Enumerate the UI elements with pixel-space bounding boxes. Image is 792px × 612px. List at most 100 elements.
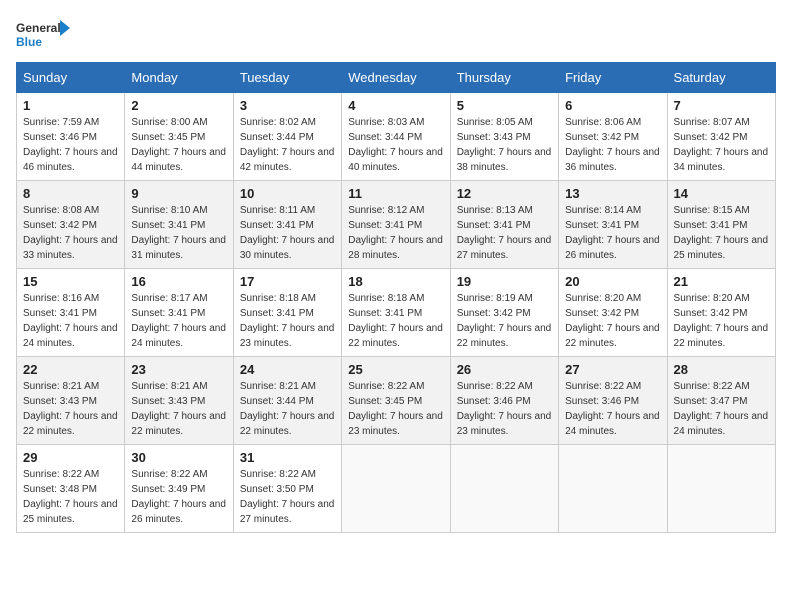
day-cell: 23Sunrise: 8:21 AMSunset: 3:43 PMDayligh… (125, 357, 233, 445)
day-info: Sunrise: 8:20 AMSunset: 3:42 PMDaylight:… (674, 291, 769, 351)
day-cell: 9 Sunrise: 8:10 AMSunset: 3:41 PMDaylight… (125, 181, 233, 269)
week-row-1: 1Sunrise: 7:59 AMSunset: 3:46 PMDaylight… (17, 93, 776, 181)
day-info: Sunrise: 8:22 AMSunset: 3:45 PMDaylight:… (348, 379, 443, 439)
day-number: 24 (240, 362, 335, 377)
day-info: Sunrise: 8:00 AMSunset: 3:45 PMDaylight:… (131, 115, 226, 175)
day-info: Sunrise: 8:22 AMSunset: 3:46 PMDaylight:… (457, 379, 552, 439)
day-number: 15 (23, 274, 118, 289)
day-info: Sunrise: 8:22 AMSunset: 3:47 PMDaylight:… (674, 379, 769, 439)
day-number: 22 (23, 362, 118, 377)
day-cell: 7Sunrise: 8:07 AMSunset: 3:42 PMDaylight… (667, 93, 775, 181)
day-info: Sunrise: 8:15 AMSunset: 3:41 PMDaylight:… (674, 203, 769, 263)
day-cell: 1Sunrise: 7:59 AMSunset: 3:46 PMDaylight… (17, 93, 125, 181)
day-info: Sunrise: 8:22 AMSunset: 3:48 PMDaylight:… (23, 467, 118, 527)
day-cell: 18Sunrise: 8:18 AMSunset: 3:41 PMDayligh… (342, 269, 450, 357)
day-cell: 6 Sunrise: 8:06 AMSunset: 3:42 PMDaylight… (559, 93, 667, 181)
day-number: 21 (674, 274, 769, 289)
day-info: Sunrise: 8:11 AMSunset: 3:41 PMDaylight:… (240, 203, 335, 263)
week-row-4: 22Sunrise: 8:21 AMSunset: 3:43 PMDayligh… (17, 357, 776, 445)
day-number: 28 (674, 362, 769, 377)
day-info: Sunrise: 7:59 AMSunset: 3:46 PMDaylight:… (23, 115, 118, 175)
day-cell: 16 Sunrise: 8:17 AMSunset: 3:41 PMDayligh… (125, 269, 233, 357)
week-row-2: 8 Sunrise: 8:08 AMSunset: 3:42 PMDaylight… (17, 181, 776, 269)
header-thursday: Thursday (450, 63, 558, 93)
day-info: Sunrise: 8:19 AMSunset: 3:42 PMDaylight:… (457, 291, 552, 351)
day-cell (450, 445, 558, 533)
header-row: SundayMondayTuesdayWednesdayThursdayFrid… (17, 63, 776, 93)
day-number: 11 (348, 186, 443, 201)
day-info: Sunrise: 8:18 AMSunset: 3:41 PMDaylight:… (240, 291, 335, 351)
day-cell: 25 Sunrise: 8:22 AMSunset: 3:45 PMDayligh… (342, 357, 450, 445)
day-info: Sunrise: 8:22 AMSunset: 3:46 PMDaylight:… (565, 379, 660, 439)
day-cell: 10 Sunrise: 8:11 AMSunset: 3:41 PMDayligh… (233, 181, 341, 269)
day-cell: 20 Sunrise: 8:20 AMSunset: 3:42 PMDayligh… (559, 269, 667, 357)
day-number: 26 (457, 362, 552, 377)
day-cell: 5 Sunrise: 8:05 AMSunset: 3:43 PMDaylight… (450, 93, 558, 181)
logo-svg: General Blue (16, 16, 76, 56)
day-cell: 26 Sunrise: 8:22 AMSunset: 3:46 PMDayligh… (450, 357, 558, 445)
day-cell: 31Sunrise: 8:22 AMSunset: 3:50 PMDayligh… (233, 445, 341, 533)
day-number: 10 (240, 186, 335, 201)
day-number: 19 (457, 274, 552, 289)
day-info: Sunrise: 8:17 AMSunset: 3:41 PMDaylight:… (131, 291, 226, 351)
day-number: 16 (131, 274, 226, 289)
header-sunday: Sunday (17, 63, 125, 93)
svg-text:General: General (16, 21, 61, 35)
day-number: 25 (348, 362, 443, 377)
day-cell (559, 445, 667, 533)
day-info: Sunrise: 8:07 AMSunset: 3:42 PMDaylight:… (674, 115, 769, 175)
day-number: 14 (674, 186, 769, 201)
page-header: General Blue (16, 16, 776, 56)
day-cell: 28 Sunrise: 8:22 AMSunset: 3:47 PMDayligh… (667, 357, 775, 445)
day-info: Sunrise: 8:14 AMSunset: 3:41 PMDaylight:… (565, 203, 660, 263)
day-info: Sunrise: 8:16 AMSunset: 3:41 PMDaylight:… (23, 291, 118, 351)
day-info: Sunrise: 8:21 AMSunset: 3:44 PMDaylight:… (240, 379, 335, 439)
day-info: Sunrise: 8:12 AMSunset: 3:41 PMDaylight:… (348, 203, 443, 263)
day-number: 6 (565, 98, 660, 113)
day-number: 20 (565, 274, 660, 289)
day-number: 27 (565, 362, 660, 377)
day-number: 12 (457, 186, 552, 201)
day-cell: 17 Sunrise: 8:18 AMSunset: 3:41 PMDayligh… (233, 269, 341, 357)
day-info: Sunrise: 8:06 AMSunset: 3:42 PMDaylight:… (565, 115, 660, 175)
day-number: 23 (131, 362, 226, 377)
day-cell (667, 445, 775, 533)
day-info: Sunrise: 8:13 AMSunset: 3:41 PMDaylight:… (457, 203, 552, 263)
header-monday: Monday (125, 63, 233, 93)
header-friday: Friday (559, 63, 667, 93)
week-row-3: 15 Sunrise: 8:16 AMSunset: 3:41 PMDayligh… (17, 269, 776, 357)
week-row-5: 29Sunrise: 8:22 AMSunset: 3:48 PMDayligh… (17, 445, 776, 533)
day-number: 2 (131, 98, 226, 113)
day-number: 17 (240, 274, 335, 289)
day-info: Sunrise: 8:05 AMSunset: 3:43 PMDaylight:… (457, 115, 552, 175)
day-cell: 27 Sunrise: 8:22 AMSunset: 3:46 PMDayligh… (559, 357, 667, 445)
day-number: 4 (348, 98, 443, 113)
day-cell: 14 Sunrise: 8:15 AMSunset: 3:41 PMDayligh… (667, 181, 775, 269)
day-cell: 21 Sunrise: 8:20 AMSunset: 3:42 PMDayligh… (667, 269, 775, 357)
day-number: 3 (240, 98, 335, 113)
day-cell (342, 445, 450, 533)
day-cell: 2 Sunrise: 8:00 AMSunset: 3:45 PMDaylight… (125, 93, 233, 181)
day-cell: 3 Sunrise: 8:02 AMSunset: 3:44 PMDaylight… (233, 93, 341, 181)
day-cell: 24 Sunrise: 8:21 AMSunset: 3:44 PMDayligh… (233, 357, 341, 445)
day-info: Sunrise: 8:22 AMSunset: 3:50 PMDaylight:… (240, 467, 335, 527)
calendar-table: SundayMondayTuesdayWednesdayThursdayFrid… (16, 62, 776, 533)
day-info: Sunrise: 8:10 AMSunset: 3:41 PMDaylight:… (131, 203, 226, 263)
logo: General Blue (16, 16, 76, 56)
svg-text:Blue: Blue (16, 35, 42, 49)
day-info: Sunrise: 8:02 AMSunset: 3:44 PMDaylight:… (240, 115, 335, 175)
day-number: 18 (348, 274, 443, 289)
header-saturday: Saturday (667, 63, 775, 93)
day-cell: 29Sunrise: 8:22 AMSunset: 3:48 PMDayligh… (17, 445, 125, 533)
day-cell: 12 Sunrise: 8:13 AMSunset: 3:41 PMDayligh… (450, 181, 558, 269)
day-cell: 15 Sunrise: 8:16 AMSunset: 3:41 PMDayligh… (17, 269, 125, 357)
day-cell: 30Sunrise: 8:22 AMSunset: 3:49 PMDayligh… (125, 445, 233, 533)
day-info: Sunrise: 8:22 AMSunset: 3:49 PMDaylight:… (131, 467, 226, 527)
day-info: Sunrise: 8:08 AMSunset: 3:42 PMDaylight:… (23, 203, 118, 263)
day-number: 5 (457, 98, 552, 113)
day-number: 13 (565, 186, 660, 201)
day-cell: 4Sunrise: 8:03 AMSunset: 3:44 PMDaylight… (342, 93, 450, 181)
day-info: Sunrise: 8:20 AMSunset: 3:42 PMDaylight:… (565, 291, 660, 351)
day-number: 8 (23, 186, 118, 201)
day-number: 9 (131, 186, 226, 201)
